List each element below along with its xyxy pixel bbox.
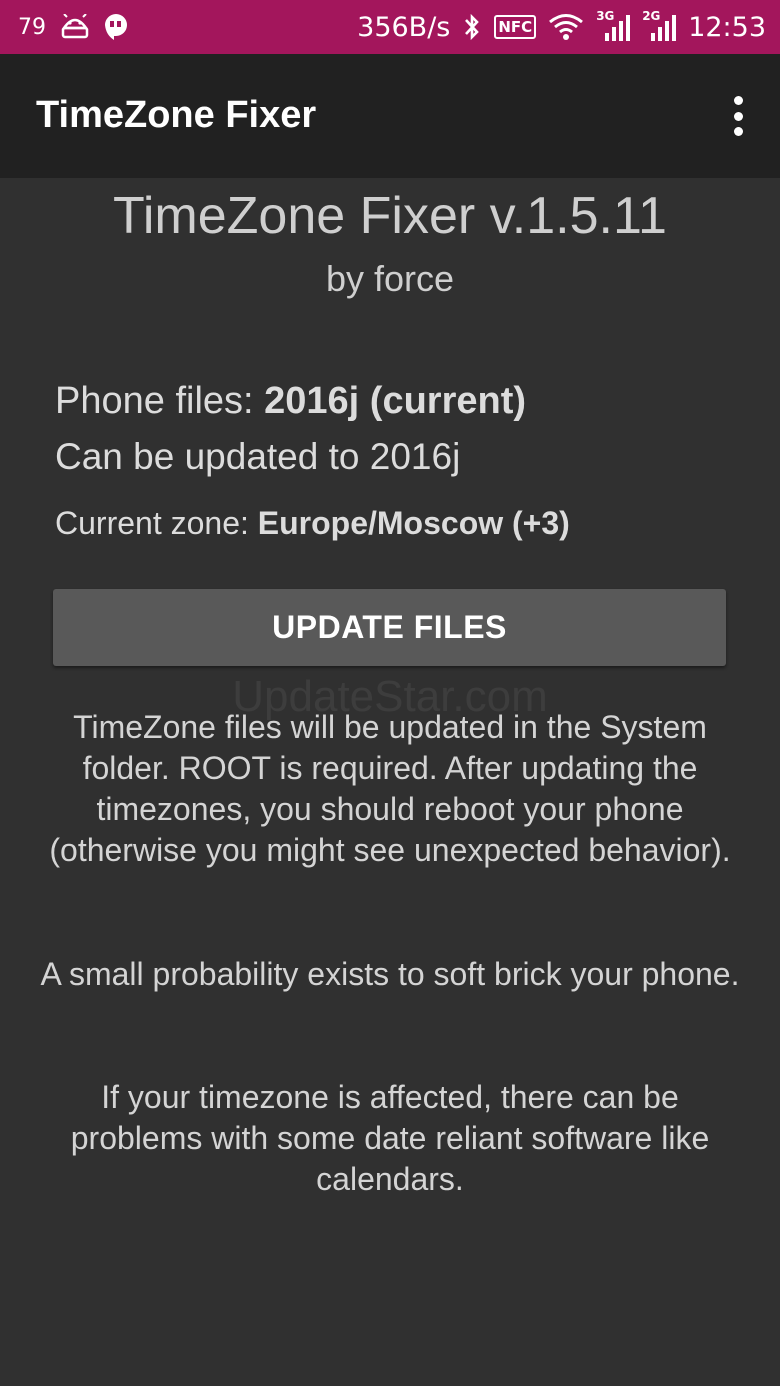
phone-files-value: 2016j (current) — [264, 380, 527, 422]
phone-files-label: Phone files: — [55, 380, 265, 422]
wifi-icon — [548, 13, 584, 41]
update-availability: Can be updated to 2016j — [55, 436, 461, 477]
signal-sim1-icon: 3G — [596, 9, 631, 43]
network-speed: 356B/s — [357, 11, 451, 43]
nfc-icon: NFC — [494, 15, 537, 39]
signal-sim2-icon: 2G — [642, 9, 677, 43]
app-author: by force — [325, 258, 455, 299]
status-bar-right: 356B/s NFC 3G 2G 12:53 — [357, 0, 766, 54]
clock: 12:53 — [688, 11, 766, 43]
status-bar: 79 356B/s NFC 3G 2G 12:53 — [0, 0, 780, 54]
toolbar-title: TimeZone Fixer — [36, 94, 317, 136]
update-files-button[interactable]: UPDATE FILES — [53, 589, 726, 666]
current-zone-label: Current zone: — [55, 505, 258, 541]
more-vert-icon[interactable] — [730, 96, 746, 136]
info-paragraph-impact: If your timezone is affected, there can … — [70, 1079, 710, 1197]
info-paragraph-risk: A small probability exists to soft brick… — [40, 956, 740, 992]
current-zone-value: Europe/Moscow (+3) — [257, 505, 570, 541]
app-version-heading: TimeZone Fixer v.1.5.11 — [113, 187, 667, 245]
battery-level: 79 — [18, 14, 46, 40]
bluetooth-icon — [462, 12, 482, 42]
android-debug-icon — [60, 14, 90, 40]
hangouts-icon — [104, 13, 128, 41]
info-paragraph-root: TimeZone files will be updated in the Sy… — [49, 709, 731, 868]
current-zone-status: Current zone: Europe/Moscow (+3) — [55, 505, 570, 542]
status-bar-left: 79 — [18, 0, 128, 54]
app-toolbar: TimeZone Fixer — [0, 54, 780, 178]
phone-files-status: Phone files: 2016j (current) — [55, 380, 526, 423]
